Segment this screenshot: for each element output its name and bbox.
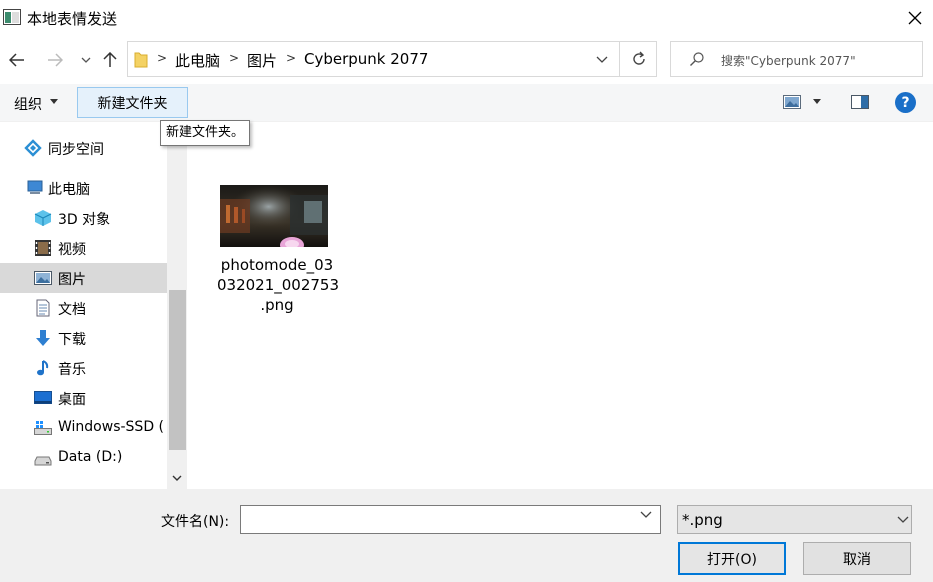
sidebar-item-sync-space[interactable]: 同步空间 [0, 133, 167, 163]
sidebar-item-label: 此电脑 [48, 182, 90, 198]
navigation-bar: > 此电脑 > 图片 > Cyberpunk 2077 搜索"Cyberpunk… [0, 36, 933, 84]
filename-label: 文件名(N): [161, 514, 230, 530]
new-folder-tooltip: 新建文件夹。 [160, 120, 251, 146]
sidebar-item-label: 视频 [58, 242, 86, 258]
sidebar-item-3d-objects[interactable]: 3D 对象 [0, 203, 167, 233]
sidebar-item-label: 下载 [58, 332, 86, 348]
filetype-select[interactable]: *.png [677, 505, 912, 534]
filetype-value: *.png [682, 511, 723, 529]
preview-pane-icon[interactable] [851, 95, 869, 109]
search-icon [690, 52, 704, 66]
sidebar-item-label: 桌面 [58, 392, 86, 408]
file-name-line: photomode_03 [220, 256, 334, 274]
computer-icon [27, 180, 43, 194]
close-button[interactable] [896, 0, 933, 36]
music-icon [37, 360, 49, 376]
search-placeholder: 搜索"Cyberpunk 2077" [721, 54, 856, 68]
cancel-button[interactable]: 取消 [803, 542, 911, 575]
desktop-icon [34, 391, 52, 404]
dropdown-arrow-icon[interactable] [813, 99, 821, 104]
forward-arrow-icon [48, 53, 63, 67]
sidebar-item-label: Windows-SSD ( [58, 419, 165, 435]
sidebar-item-drive-d[interactable]: Data (D:) [0, 443, 167, 473]
file-name-line: 032021_002753 [217, 276, 340, 294]
3d-objects-icon [34, 210, 52, 226]
filename-input[interactable] [240, 505, 661, 534]
address-bar[interactable]: > 此电脑 > 图片 > Cyberpunk 2077 [127, 41, 657, 77]
drive-d-icon [34, 456, 52, 466]
sidebar-item-label: 音乐 [58, 362, 86, 378]
navigation-pane: 同步空间 此电脑 3D 对象 视频 图片 文档 下载 音乐 桌面 Windows… [0, 123, 187, 489]
open-button[interactable]: 打开(O) [678, 542, 786, 575]
search-box[interactable]: 搜索"Cyberpunk 2077" [670, 41, 923, 77]
view-options-icon[interactable] [783, 95, 801, 109]
folder-icon [134, 52, 148, 68]
file-thumbnail [220, 185, 328, 247]
download-icon [36, 330, 50, 346]
title-bar: 本地表情发送 [0, 0, 933, 36]
chevron-down-icon[interactable] [640, 511, 652, 518]
organize-menu[interactable]: 组织 [14, 94, 42, 114]
refresh-icon [632, 51, 645, 65]
scroll-down-button[interactable] [167, 468, 187, 488]
address-dropdown-button[interactable] [587, 42, 617, 76]
breadcrumb-pictures[interactable]: 图片 [247, 50, 277, 71]
close-icon [908, 11, 921, 25]
sidebar-item-label: 文档 [58, 302, 86, 318]
chevron-down-icon [897, 516, 909, 523]
dropdown-arrow-icon [50, 99, 58, 104]
breadcrumb-cyberpunk[interactable]: Cyberpunk 2077 [304, 50, 428, 68]
dialog-footer: 文件名(N): *.png 打开(O) 取消 [0, 489, 933, 582]
sidebar-item-videos[interactable]: 视频 [0, 233, 167, 263]
file-name: photomode_03 032021_002753 .png [217, 255, 340, 315]
file-open-dialog: 本地表情发送 > 此电脑 > 图片 > Cyberpunk 2077 搜索"Cy… [0, 0, 933, 582]
video-icon [35, 240, 51, 256]
file-name-line: .png [260, 296, 294, 314]
sidebar-item-label: Data (D:) [58, 449, 123, 465]
sidebar-item-label: 3D 对象 [58, 212, 111, 228]
forward-button[interactable] [43, 48, 67, 72]
up-arrow-icon [103, 52, 117, 67]
chevron-down-icon [172, 475, 182, 481]
sidebar-item-label: 同步空间 [48, 142, 104, 158]
sidebar-item-label: 图片 [58, 272, 86, 288]
pictures-icon [34, 271, 52, 285]
sidebar-item-music[interactable]: 音乐 [0, 353, 167, 383]
back-button[interactable] [5, 48, 29, 72]
sidebar-item-this-pc[interactable]: 此电脑 [0, 173, 167, 203]
chevron-down-icon [81, 57, 91, 63]
new-folder-button[interactable]: 新建文件夹 [77, 87, 188, 118]
refresh-button[interactable] [620, 42, 657, 76]
recent-locations-button[interactable] [74, 48, 98, 72]
back-arrow-icon [9, 53, 24, 67]
documents-icon [36, 299, 50, 317]
breadcrumb-separator: > [157, 51, 168, 65]
sidebar-scrollbar-thumb[interactable] [169, 290, 186, 450]
chevron-down-icon [596, 56, 608, 63]
breadcrumb-this-pc[interactable]: 此电脑 [175, 50, 220, 71]
sidebar-item-desktop[interactable]: 桌面 [0, 383, 167, 413]
command-bar: 组织 新建文件夹 ? [0, 84, 933, 122]
help-button[interactable]: ? [895, 92, 916, 113]
window-app-icon [3, 9, 21, 25]
breadcrumb-separator: > [286, 51, 297, 65]
up-button[interactable] [98, 48, 122, 72]
sidebar-item-drive-c[interactable]: Windows-SSD ( [0, 413, 167, 443]
window-title: 本地表情发送 [27, 10, 118, 28]
sidebar-item-downloads[interactable]: 下载 [0, 323, 167, 353]
breadcrumb-separator: > [229, 51, 240, 65]
sync-space-icon [24, 139, 42, 157]
sidebar-item-documents[interactable]: 文档 [0, 293, 167, 323]
sidebar-item-pictures[interactable]: 图片 [0, 263, 167, 293]
drive-c-icon [34, 421, 52, 435]
